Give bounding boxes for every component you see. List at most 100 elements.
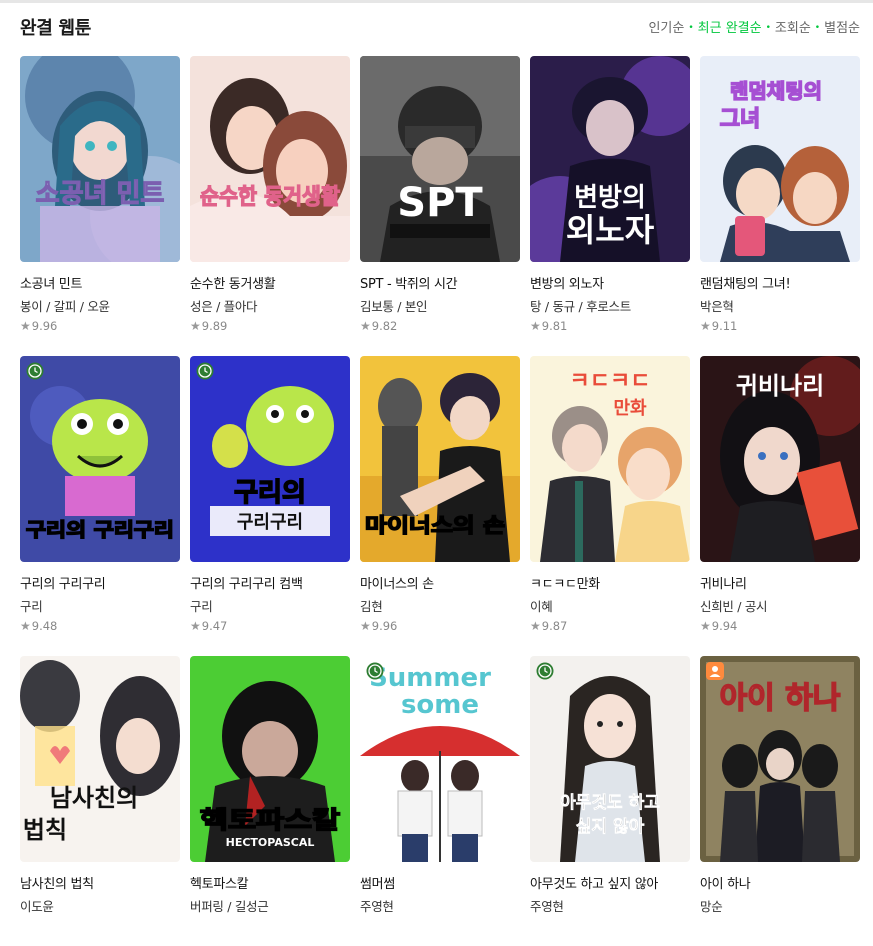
cover-title-text: 그녀: [720, 107, 760, 132]
sort-popular[interactable]: 인기순: [648, 21, 684, 36]
webtoon-title[interactable]: 귀비나리: [700, 573, 865, 592]
thumbnail[interactable]: 소공녀 민트: [20, 56, 180, 262]
cover-title-text: 구리의 구리구리: [26, 519, 174, 541]
webtoon-card[interactable]: 귀비나리 귀비나리 신희빈 / 공시 ★9.94: [700, 356, 860, 646]
thumbnail[interactable]: 마이너스의 손: [360, 356, 520, 562]
cover-title-text: Summer: [369, 663, 491, 693]
section-header: 완결 웹툰 인기순 • 최근 완결순 • 조회순 • 별점순: [20, 10, 860, 42]
webtoon-card[interactable]: 구리의 구리구리 구리의 구리구리 구리 ★9.48: [20, 356, 180, 646]
person-icon: [706, 662, 724, 680]
webtoon-title[interactable]: 썸머썸: [360, 873, 525, 892]
separator-dot: •: [688, 23, 694, 33]
cover-title-text: 남사친의: [50, 784, 138, 812]
rating-value: 9.96: [31, 319, 58, 333]
separator-dot: •: [765, 23, 771, 33]
webtoon-card[interactable]: 헥토파스칼 HECTOPASCAL 헥토파스칼 버퍼링 / 길성근: [190, 656, 350, 946]
thumbnail[interactable]: SPT: [360, 56, 520, 262]
webtoon-rating: ★9.96: [20, 319, 57, 333]
webtoon-card[interactable]: 아무것도 하고 싶지 않아 아무것도 하고 싶지 않아 주영현: [530, 656, 690, 946]
thumbnail[interactable]: 헥토파스칼 HECTOPASCAL: [190, 656, 350, 862]
thumbnail[interactable]: 순수한 동거생활: [190, 56, 350, 262]
webtoon-title[interactable]: 마이너스의 손: [360, 573, 525, 592]
sort-options: 인기순 • 최근 완결순 • 조회순 • 별점순: [648, 17, 860, 36]
cover-art: 아무것도 하고 싶지 않아: [530, 656, 690, 862]
webtoon-title[interactable]: 랜덤채팅의 그녀!: [700, 273, 865, 292]
star-icon: ★: [530, 619, 541, 633]
cover-title-text: 변방의: [574, 183, 646, 213]
star-icon: ★: [360, 319, 371, 333]
thumbnail[interactable]: 아무것도 하고 싶지 않아: [530, 656, 690, 862]
rating-value: 9.89: [201, 319, 228, 333]
webtoon-title[interactable]: 구리의 구리구리: [20, 573, 185, 592]
webtoon-title[interactable]: 변방의 외노자: [530, 273, 695, 292]
cover-title-text: 귀비나리: [736, 372, 824, 400]
webtoon-title[interactable]: 소공녀 민트: [20, 273, 185, 292]
sort-views[interactable]: 조회순: [775, 21, 811, 36]
webtoon-card[interactable]: 랜덤채팅의 그녀 랜덤채팅의 그녀! 박은혁 ★9.11: [700, 56, 860, 346]
star-icon: ★: [190, 619, 201, 633]
webtoon-author: 망순: [700, 899, 723, 914]
thumbnail[interactable]: 아이 하나: [700, 656, 860, 862]
cover-title-text: 아무것도 하고: [560, 793, 660, 813]
webtoon-card[interactable]: 변방의 외노자 변방의 외노자 탕 / 동규 / 후로스트 ★9.81: [530, 56, 690, 346]
webtoon-title[interactable]: 구리의 구리구리 컴백: [190, 573, 355, 592]
cover-art: 순수한 동거생활: [190, 56, 350, 262]
webtoon-author: 주영현: [530, 899, 564, 914]
thumbnail[interactable]: 남사친의 법칙: [20, 656, 180, 862]
cover-art: Summer some: [360, 656, 520, 862]
star-icon: ★: [190, 319, 201, 333]
webtoon-title[interactable]: 헥토파스칼: [190, 873, 355, 892]
thumbnail[interactable]: Summer some: [360, 656, 520, 862]
webtoon-card[interactable]: 남사친의 법칙 남사친의 법칙 이도윤: [20, 656, 180, 946]
section-title: 완결 웹툰: [20, 18, 92, 39]
cover-title-text: 싶지 않아: [576, 817, 645, 837]
thumbnail[interactable]: 랜덤채팅의 그녀: [700, 56, 860, 262]
star-icon: ★: [20, 619, 31, 633]
cover-title-text: some: [401, 690, 479, 720]
thumbnail[interactable]: 구리의 구리구리: [190, 356, 350, 562]
webtoon-card[interactable]: SPT SPT - 박쥐의 시간 김보통 / 본인 ★9.82: [360, 56, 520, 346]
rating-value: 9.94: [711, 619, 738, 633]
webtoon-card[interactable]: Summer some 썸머썸 주영현: [360, 656, 520, 946]
webtoon-title[interactable]: 아무것도 하고 싶지 않아: [530, 873, 695, 892]
webtoon-author: 김현: [360, 599, 383, 614]
webtoon-rating: ★9.82: [360, 319, 397, 333]
sort-rating[interactable]: 별점순: [824, 21, 860, 36]
cover-title-text: 만화: [613, 398, 647, 419]
webtoon-title[interactable]: 아이 하나: [700, 873, 865, 892]
clock-icon: [366, 662, 384, 680]
thumbnail[interactable]: 변방의 외노자: [530, 56, 690, 262]
webtoon-author: 주영현: [360, 899, 394, 914]
webtoon-title[interactable]: 순수한 동거생활: [190, 273, 355, 292]
rating-value: 9.11: [711, 319, 738, 333]
cover-art: 헥토파스칼 HECTOPASCAL: [190, 656, 350, 862]
cover-art: 마이너스의 손: [360, 356, 520, 562]
webtoon-author: 버퍼링 / 길성근: [190, 899, 269, 914]
webtoon-author: 이도윤: [20, 899, 54, 914]
cover-art: 귀비나리: [700, 356, 860, 562]
cover-title-text: 외노자: [566, 211, 655, 249]
webtoon-card[interactable]: 순수한 동거생활 순수한 동거생활 성은 / 플아다 ★9.89: [190, 56, 350, 346]
webtoon-card[interactable]: 마이너스의 손 마이너스의 손 김현 ★9.96: [360, 356, 520, 646]
thumbnail[interactable]: ㅋㄷㅋㄷ 만화: [530, 356, 690, 562]
thumbnail[interactable]: 구리의 구리구리: [20, 356, 180, 562]
webtoon-card[interactable]: 구리의 구리구리 구리의 구리구리 컴백 구리 ★9.47: [190, 356, 350, 646]
webtoon-rating: ★9.47: [190, 619, 227, 633]
thumbnail[interactable]: 귀비나리: [700, 356, 860, 562]
cover-art: 아이 하나: [700, 656, 860, 862]
star-icon: ★: [360, 619, 371, 633]
cover-title-text: 구리의: [234, 478, 306, 508]
star-icon: ★: [700, 319, 711, 333]
rating-value: 9.81: [541, 319, 568, 333]
webtoon-author: 신희빈 / 공시: [700, 599, 768, 614]
webtoon-rating: ★9.81: [530, 319, 567, 333]
webtoon-card[interactable]: 아이 하나 아이 하나 망순: [700, 656, 860, 946]
webtoon-rating: ★9.96: [360, 619, 397, 633]
webtoon-title[interactable]: ㅋㄷㅋㄷ만화: [530, 573, 695, 592]
webtoon-card[interactable]: 소공녀 민트 소공녀 민트 봉이 / 갈피 / 오윤 ★9.96: [20, 56, 180, 346]
sort-recent-completed[interactable]: 최근 완결순: [698, 21, 762, 36]
webtoon-author: 김보통 / 본인: [360, 299, 428, 314]
webtoon-title[interactable]: 남사친의 법칙: [20, 873, 185, 892]
webtoon-card[interactable]: ㅋㄷㅋㄷ 만화 ㅋㄷㅋㄷ 만화 이혜 ★9.87: [530, 356, 690, 646]
webtoon-title[interactable]: SPT - 박쥐의 시간: [360, 273, 525, 292]
